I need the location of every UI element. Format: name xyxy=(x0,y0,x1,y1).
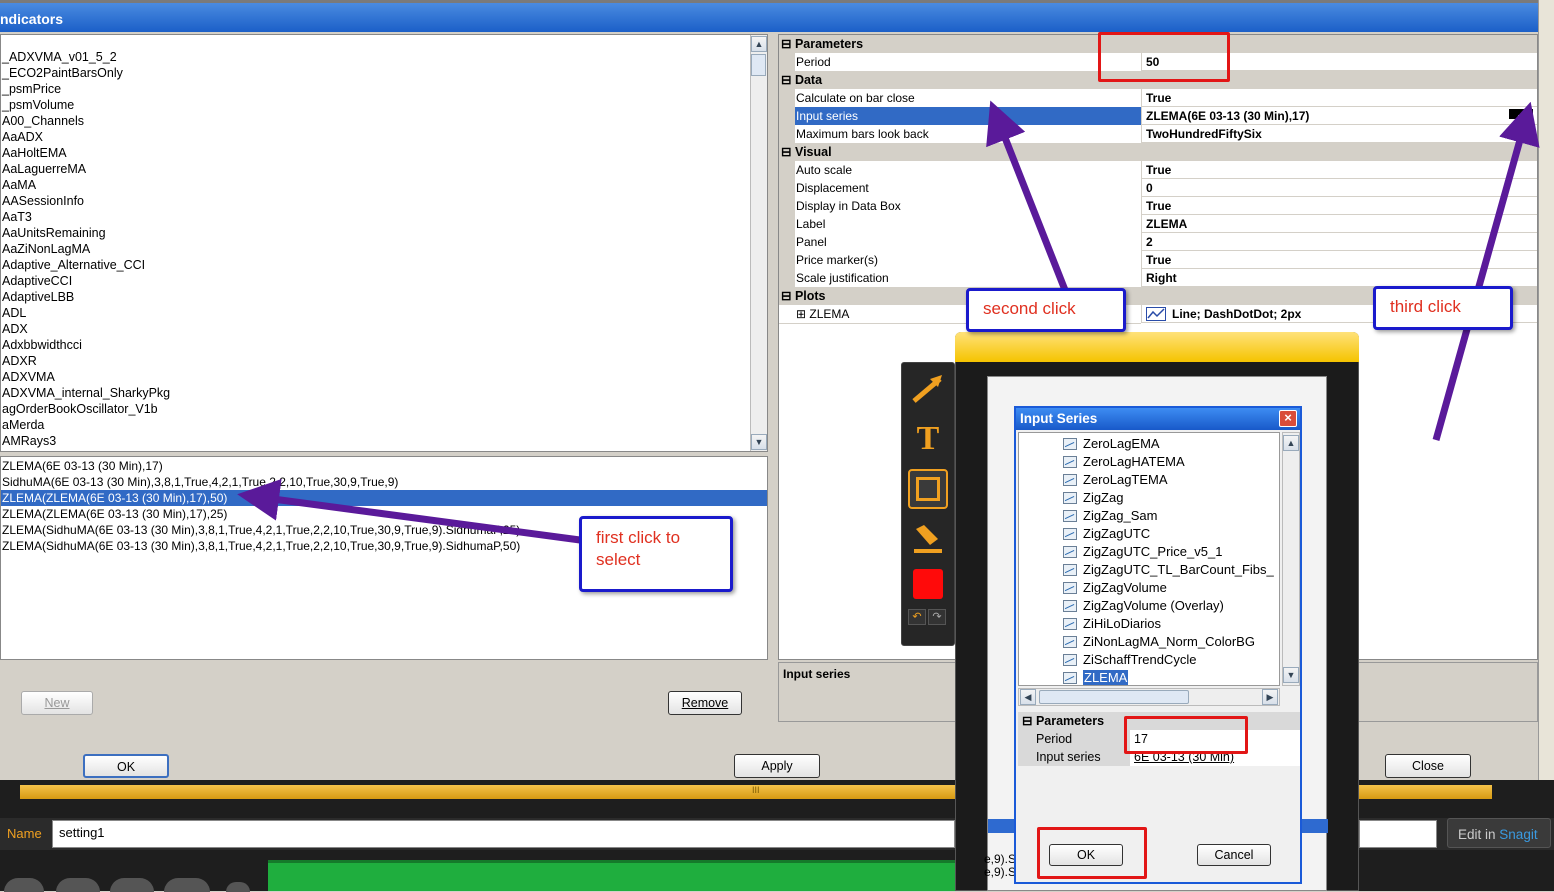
annotation-arrows xyxy=(237,100,1540,544)
third-click-callout: third click xyxy=(1373,286,1513,330)
second-click-callout: second click xyxy=(966,288,1126,332)
first-click-callout: first click to select xyxy=(579,516,733,592)
